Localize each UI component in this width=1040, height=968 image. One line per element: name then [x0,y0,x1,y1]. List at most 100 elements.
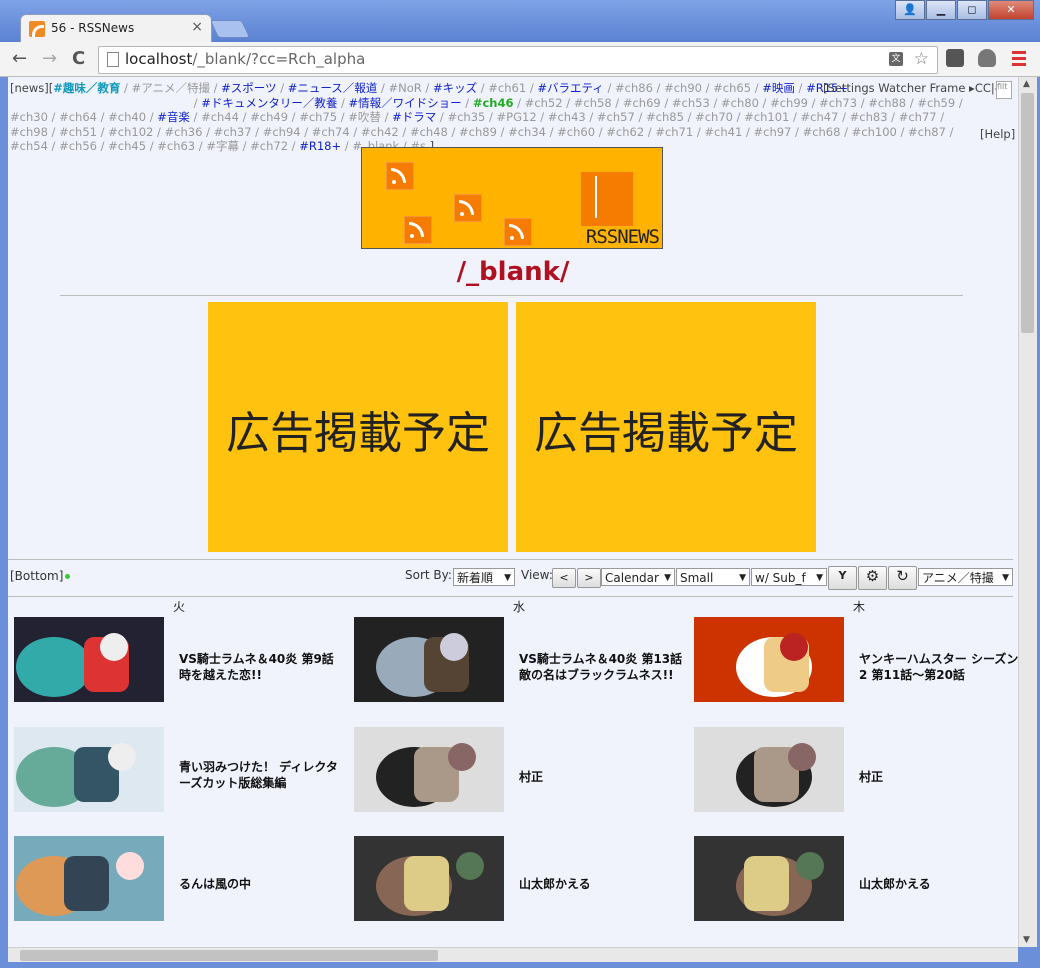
reload-button[interactable]: C [72,48,85,69]
program-thumbnail[interactable] [354,727,504,812]
category-link[interactable]: #R18+ [299,139,341,153]
translate-icon[interactable]: 文 [889,52,903,66]
category-link[interactable]: #PG12 [497,110,537,124]
vertical-scrollbar[interactable]: ▲ ▼ [1018,77,1037,947]
program-thumbnail[interactable] [354,617,504,702]
settings-links[interactable]: [Settings Watcher Frame ▸CC|◂ [823,81,1001,95]
program-card[interactable]: 山太郎かえる [694,836,1018,926]
scroll-thumb[interactable] [1021,93,1034,333]
category-link[interactable]: #ch98 [10,125,48,139]
category-link[interactable]: #ch58 [574,96,612,110]
category-link[interactable]: #ch61 [488,81,526,95]
category-link[interactable]: #字幕 [206,139,239,153]
ad-banner[interactable]: 広告掲載予定 [516,302,816,552]
view-mode-select[interactable]: Calendar [601,568,675,587]
program-thumbnail[interactable] [14,836,164,921]
category-link[interactable]: #趣味／教育 [53,81,120,95]
category-link[interactable]: #ch102 [108,125,153,139]
browser-tab[interactable]: 56 - RSSNews × [20,14,212,43]
program-card[interactable]: るんは風の中 [14,836,344,926]
menu-icon[interactable] [1012,51,1026,69]
category-link[interactable]: #ch59 [917,96,955,110]
category-link[interactable]: #スポーツ [221,81,276,95]
category-link[interactable]: #ch63 [157,139,195,153]
category-link[interactable]: #ch51 [59,125,97,139]
category-link[interactable]: #ch80 [721,96,759,110]
category-link[interactable]: #ch60 [557,125,595,139]
category-link[interactable]: #映画 [762,81,795,95]
close-window-button[interactable]: ✕ [988,0,1034,20]
category-link[interactable]: #ch40 [108,110,146,124]
category-link[interactable]: #バラエティ [537,81,603,95]
category-link[interactable]: #ch83 [850,110,888,124]
rssnews-logo[interactable]: RSSNEWS [361,147,663,249]
maximize-button[interactable]: ◻ [957,0,987,20]
category-link[interactable]: #ch34 [508,125,546,139]
forward-button[interactable]: → [42,48,57,69]
category-link[interactable]: #アニメ／特撮 [132,81,210,95]
category-link[interactable]: #ニュース／報道 [288,81,378,95]
category-link[interactable]: #ch99 [770,96,808,110]
category-link[interactable]: #ch97 [753,125,791,139]
program-card[interactable]: ヤンキーハムスター シーズン2 第11話〜第20話 [694,617,1018,707]
category-link[interactable]: #ch30 [10,110,48,124]
program-card[interactable]: 山太郎かえる [354,836,684,926]
category-link[interactable]: #ch54 [10,139,48,153]
filter-icon[interactable]: Y [828,566,857,590]
new-tab-button[interactable] [209,20,251,38]
prev-button[interactable]: < [552,568,576,588]
category-link[interactable]: #ch46 [473,96,514,110]
refresh-icon[interactable]: ↻ [888,566,917,590]
category-link[interactable]: #ch68 [803,125,841,139]
extension-icon[interactable] [946,49,964,67]
program-title[interactable]: 村正 [519,769,684,785]
category-link[interactable]: #ch69 [623,96,661,110]
category-link[interactable]: #ch70 [695,110,733,124]
category-link[interactable]: #ch89 [459,125,497,139]
category-link[interactable]: #ch37 [214,125,252,139]
category-link[interactable]: #ch45 [108,139,146,153]
category-link[interactable]: #ch62 [606,125,644,139]
ublock-shield-icon[interactable] [978,49,996,67]
category-link[interactable]: #ch65 [713,81,751,95]
program-title[interactable]: 青い羽みつけた！ ディレクターズカット版総集編 [179,759,344,791]
program-thumbnail[interactable] [354,836,504,921]
back-button[interactable]: ← [12,48,27,69]
category-link[interactable]: #ch87 [908,125,946,139]
program-card[interactable]: 村正 [354,727,684,817]
size-select[interactable]: Small [676,568,750,587]
program-title[interactable]: るんは風の中 [179,876,344,892]
ad-banner[interactable]: 広告掲載予定 [208,302,508,552]
category-link[interactable]: #ch74 [312,125,350,139]
category-link[interactable]: #ch48 [410,125,448,139]
sort-select[interactable]: 新着順 [453,568,515,587]
next-button[interactable]: > [577,568,601,588]
program-thumbnail[interactable] [14,617,164,702]
program-title[interactable]: 山太郎かえる [859,876,1018,892]
program-card[interactable]: 青い羽みつけた！ ディレクターズカット版総集編 [14,727,344,817]
minimize-button[interactable]: ▁ [926,0,956,20]
category-link[interactable]: #ch71 [655,125,693,139]
category-link[interactable]: #ch41 [704,125,742,139]
category-link[interactable]: #ch86 [615,81,653,95]
category-link[interactable]: #ch42 [361,125,399,139]
program-thumbnail[interactable] [14,727,164,812]
category-link[interactable]: #ch77 [899,110,937,124]
category-link[interactable]: #ch64 [59,110,97,124]
program-title[interactable]: VS騎士ラムネ＆40炎 第9話 時を越えた恋!! [179,651,344,683]
category-link[interactable]: #ch73 [819,96,857,110]
bookmark-star-icon[interactable]: ☆ [914,49,929,69]
help-link[interactable]: [Help] [980,127,1015,141]
program-title[interactable]: ヤンキーハムスター シーズン2 第11話〜第20話 [859,651,1018,683]
category-link[interactable]: #ch47 [801,110,839,124]
category-link[interactable]: #ch35 [447,110,485,124]
filter-input[interactable]: filt [996,81,1012,99]
category-link[interactable]: #ch90 [664,81,702,95]
close-tab-icon[interactable]: × [191,19,203,35]
program-thumbnail[interactable] [694,727,844,812]
scroll-down-icon[interactable]: ▼ [1023,935,1030,945]
program-card[interactable]: VS騎士ラムネ＆40炎 第9話 時を越えた恋!! [14,617,344,707]
program-thumbnail[interactable] [694,836,844,921]
category-link[interactable]: #ch43 [548,110,586,124]
program-title[interactable]: 山太郎かえる [519,876,684,892]
